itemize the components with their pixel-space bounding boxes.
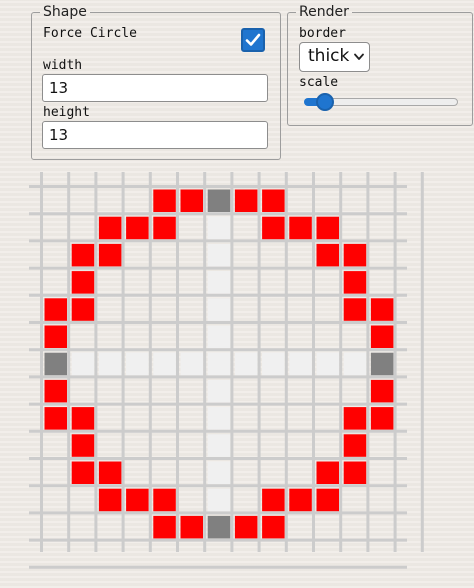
axis-cell: [207, 352, 231, 376]
filled-cell: [316, 243, 339, 267]
filled-cell: [71, 407, 95, 430]
filled-cell: [343, 407, 367, 430]
axis-cell: [207, 298, 231, 321]
filled-cell: [153, 515, 176, 539]
axis-cell: [207, 271, 231, 294]
axis-cell: [343, 352, 367, 376]
filled-cell: [98, 488, 122, 512]
axis-cell: [207, 243, 231, 267]
filled-cell: [343, 434, 367, 457]
filled-cell: [126, 488, 149, 512]
filled-cell: [153, 488, 176, 512]
filled-cell: [343, 271, 367, 294]
filled-cell: [262, 488, 285, 512]
axis-cell: [207, 461, 231, 484]
filled-cell: [316, 488, 339, 512]
axis-cell: [207, 434, 231, 457]
filled-cell: [180, 189, 203, 212]
filled-cell: [234, 189, 258, 212]
filled-cell: [316, 461, 339, 484]
filled-cell: [234, 515, 258, 539]
filled-cell: [153, 189, 176, 212]
axis-cell: [180, 352, 203, 376]
axis-end-cell: [370, 352, 394, 376]
filled-cell: [289, 216, 312, 240]
filled-cell: [71, 271, 95, 294]
axis-cell: [207, 379, 231, 403]
filled-cell: [44, 407, 67, 430]
axis-cell: [207, 407, 231, 430]
axis-cell: [289, 352, 312, 376]
axis-end-cell: [44, 352, 67, 376]
filled-cell: [44, 325, 67, 348]
filled-cell: [71, 461, 95, 484]
filled-cell: [71, 243, 95, 267]
filled-cell: [71, 434, 95, 457]
axis-end-cell: [207, 515, 231, 539]
filled-cell: [262, 515, 285, 539]
filled-cell: [44, 379, 67, 403]
filled-cell: [98, 216, 122, 240]
axis-cell: [71, 352, 95, 376]
axis-cell: [207, 216, 231, 240]
filled-cell: [180, 515, 203, 539]
filled-cell: [370, 298, 394, 321]
filled-cell: [370, 379, 394, 403]
filled-cell: [71, 298, 95, 321]
filled-cell: [44, 298, 67, 321]
filled-cell: [262, 216, 285, 240]
pixel-grid: [29, 172, 424, 569]
axis-cell: [207, 325, 231, 348]
filled-cell: [98, 461, 122, 484]
axis-cell: [126, 352, 149, 376]
filled-cell: [370, 407, 394, 430]
filled-cell: [153, 216, 176, 240]
axis-cell: [234, 352, 258, 376]
axis-cell: [316, 352, 339, 376]
axis-cell: [98, 352, 122, 376]
axis-cell: [262, 352, 285, 376]
axis-cell: [207, 488, 231, 512]
filled-cell: [289, 488, 312, 512]
filled-cell: [98, 243, 122, 267]
filled-cell: [316, 216, 339, 240]
filled-cell: [370, 325, 394, 348]
filled-cell: [343, 298, 367, 321]
filled-cell: [262, 189, 285, 212]
axis-cell: [153, 352, 176, 376]
filled-cell: [126, 216, 149, 240]
filled-cell: [343, 461, 367, 484]
axis-end-cell: [207, 189, 231, 212]
filled-cell: [343, 243, 367, 267]
